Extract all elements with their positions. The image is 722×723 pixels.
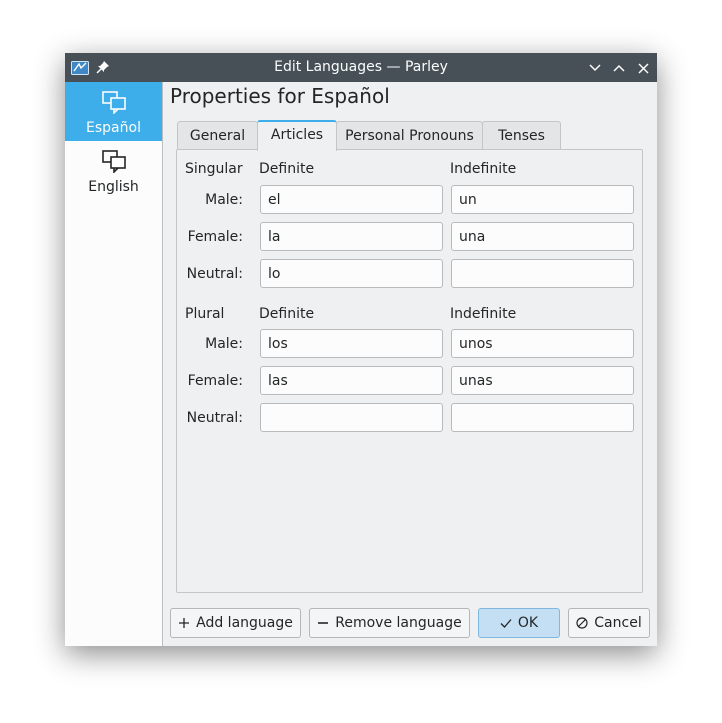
language-sidebar: Español English <box>65 82 163 646</box>
plural-neutral-label: Neutral: <box>186 410 243 426</box>
add-language-button[interactable]: Add language <box>170 608 301 638</box>
sidebar-item-label: Español <box>86 120 141 136</box>
singular-neutral-label: Neutral: <box>186 266 243 282</box>
plural-male-indefinite-input[interactable] <box>451 329 634 358</box>
articles-panel: Singular Definite Indefinite Male: Femal… <box>176 149 643 593</box>
chevron-up-icon <box>613 64 625 72</box>
singular-neutral-definite-input[interactable] <box>260 259 443 288</box>
singular-female-indefinite-input[interactable] <box>451 222 634 251</box>
ok-button[interactable]: OK <box>478 608 560 638</box>
singular-male-indefinite-input[interactable] <box>451 185 634 214</box>
plural-neutral-definite-input[interactable] <box>260 403 443 432</box>
checkmark-icon <box>500 619 512 628</box>
singular-female-label: Female: <box>187 229 243 245</box>
chevron-down-icon <box>589 64 601 72</box>
plural-label: Plural <box>185 306 225 322</box>
plural-male-definite-input[interactable] <box>260 329 443 358</box>
tab-tenses[interactable]: Tenses <box>482 121 561 149</box>
maximize-button[interactable] <box>610 59 628 77</box>
add-language-label: Add language <box>196 615 293 631</box>
edit-languages-dialog: Edit Languages — Parley Español English … <box>65 53 657 646</box>
singular-indefinite-header: Indefinite <box>450 161 517 177</box>
plural-male-label: Male: <box>205 336 243 352</box>
singular-male-label: Male: <box>205 192 243 208</box>
plural-female-indefinite-input[interactable] <box>451 366 634 395</box>
tab-articles[interactable]: Articles <box>257 120 337 151</box>
ok-label: OK <box>517 615 539 631</box>
plural-female-definite-input[interactable] <box>260 366 443 395</box>
minus-icon <box>318 622 329 624</box>
sidebar-item-label: English <box>88 179 139 195</box>
tab-personal-pronouns[interactable]: Personal Pronouns <box>336 121 483 149</box>
singular-male-definite-input[interactable] <box>260 185 443 214</box>
plural-female-label: Female: <box>187 373 243 389</box>
title-bar[interactable]: Edit Languages — Parley <box>65 53 657 82</box>
page-title: Properties for Español <box>170 84 390 108</box>
plural-neutral-indefinite-input[interactable] <box>451 403 634 432</box>
singular-definite-header: Definite <box>259 161 315 177</box>
plural-definite-header: Definite <box>259 306 315 322</box>
close-button[interactable] <box>634 59 652 77</box>
window-title: Edit Languages — Parley <box>274 59 448 75</box>
plus-icon <box>179 618 190 628</box>
sidebar-item-english[interactable]: English <box>65 141 162 200</box>
singular-neutral-indefinite-input[interactable] <box>451 259 634 288</box>
cancel-icon <box>576 617 588 629</box>
language-icon <box>101 90 127 115</box>
sidebar-item-espanol[interactable]: Español <box>65 82 162 141</box>
close-icon <box>637 62 649 74</box>
plural-indefinite-header: Indefinite <box>450 306 517 322</box>
singular-female-definite-input[interactable] <box>260 222 443 251</box>
tab-general[interactable]: General <box>177 121 258 149</box>
cancel-button[interactable]: Cancel <box>568 608 650 638</box>
cancel-label: Cancel <box>594 615 642 631</box>
minimize-button[interactable] <box>586 59 604 77</box>
remove-language-button[interactable]: Remove language <box>309 608 470 638</box>
language-icon <box>101 149 127 174</box>
singular-label: Singular <box>185 161 243 177</box>
remove-language-label: Remove language <box>335 615 462 631</box>
